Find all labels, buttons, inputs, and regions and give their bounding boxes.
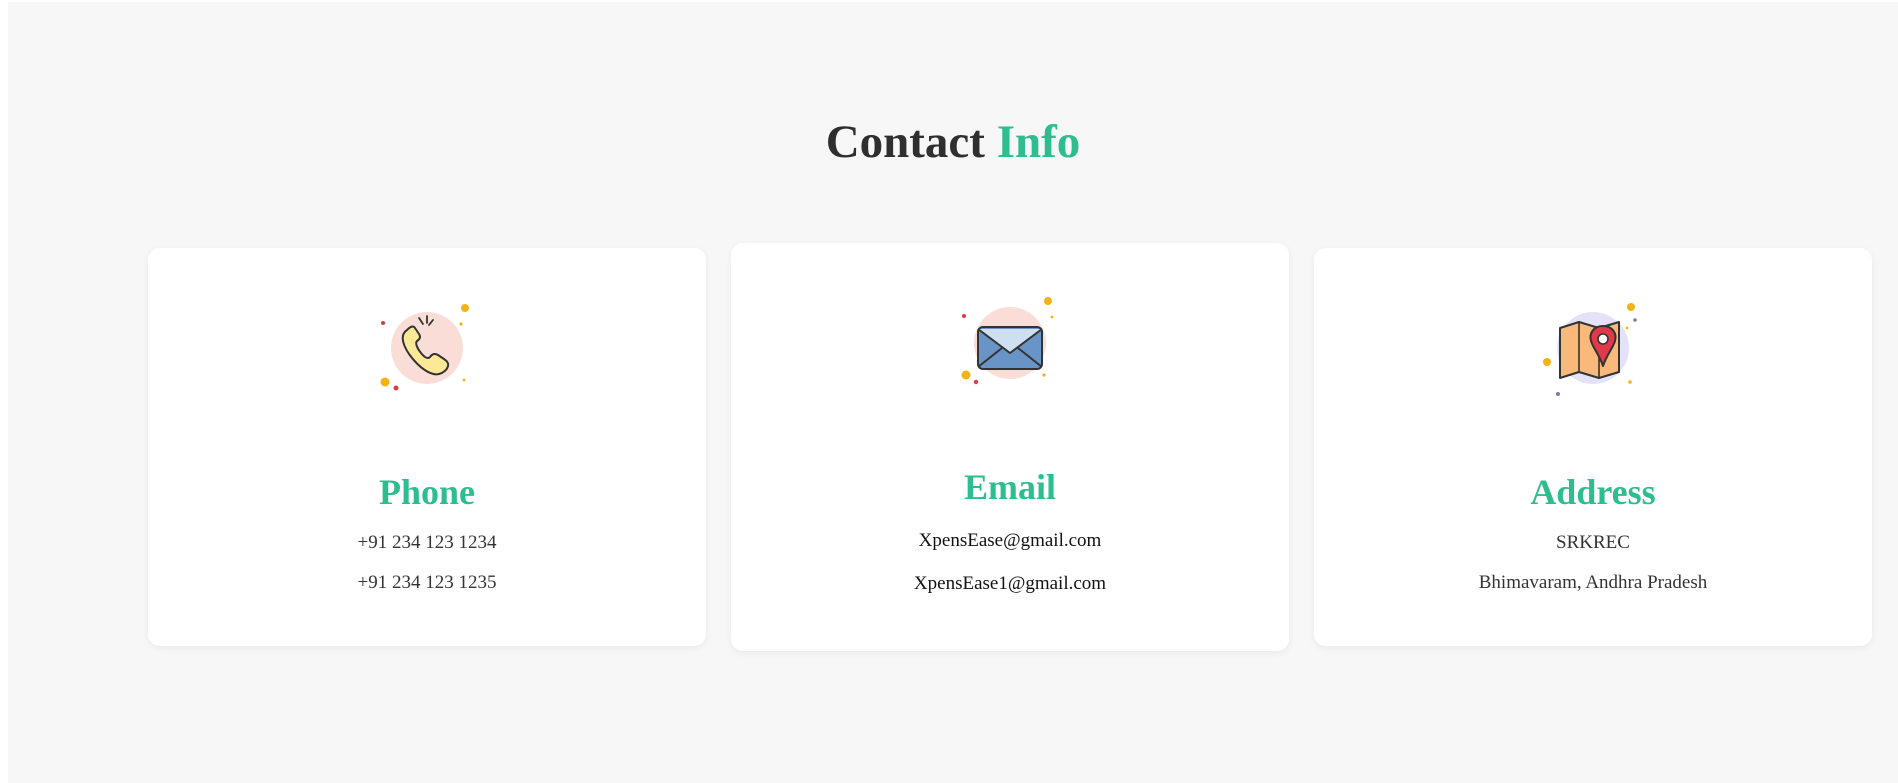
card-title: Phone [378, 472, 475, 512]
heading-accent-text: Info [996, 116, 1081, 168]
map-pin-icon [1543, 296, 1643, 396]
phone-icon [377, 296, 477, 396]
address-line-2: Bhimavaram, Andhra Pradesh [1478, 572, 1708, 593]
phone-number-1[interactable]: +91 234 123 1234 [148, 532, 706, 554]
contact-info-section: Contact Info Phone +91 234 123 1234 +91 … [8, 2, 1898, 783]
email-address-1[interactable]: XpensEase@gmail.com [731, 530, 1289, 552]
contact-card-email: Email XpensEase@gmail.com XpensEase1@gma… [731, 243, 1289, 651]
card-title: Address [1530, 472, 1656, 512]
phone-number-2[interactable]: +91 234 123 1235 [148, 572, 706, 594]
card-title: Email [963, 467, 1056, 507]
section-heading: Contact Info [8, 114, 1898, 170]
heading-text: Contact [825, 116, 985, 168]
email-address-2[interactable]: XpensEase1@gmail.com [731, 573, 1289, 595]
address-line-1: SRKREC [1556, 532, 1630, 553]
email-icon [960, 291, 1060, 391]
contact-card-address: Address SRKREC Bhimavaram, Andhra Prades… [1314, 248, 1872, 646]
contact-card-phone: Phone +91 234 123 1234 +91 234 123 1235 [148, 248, 706, 646]
